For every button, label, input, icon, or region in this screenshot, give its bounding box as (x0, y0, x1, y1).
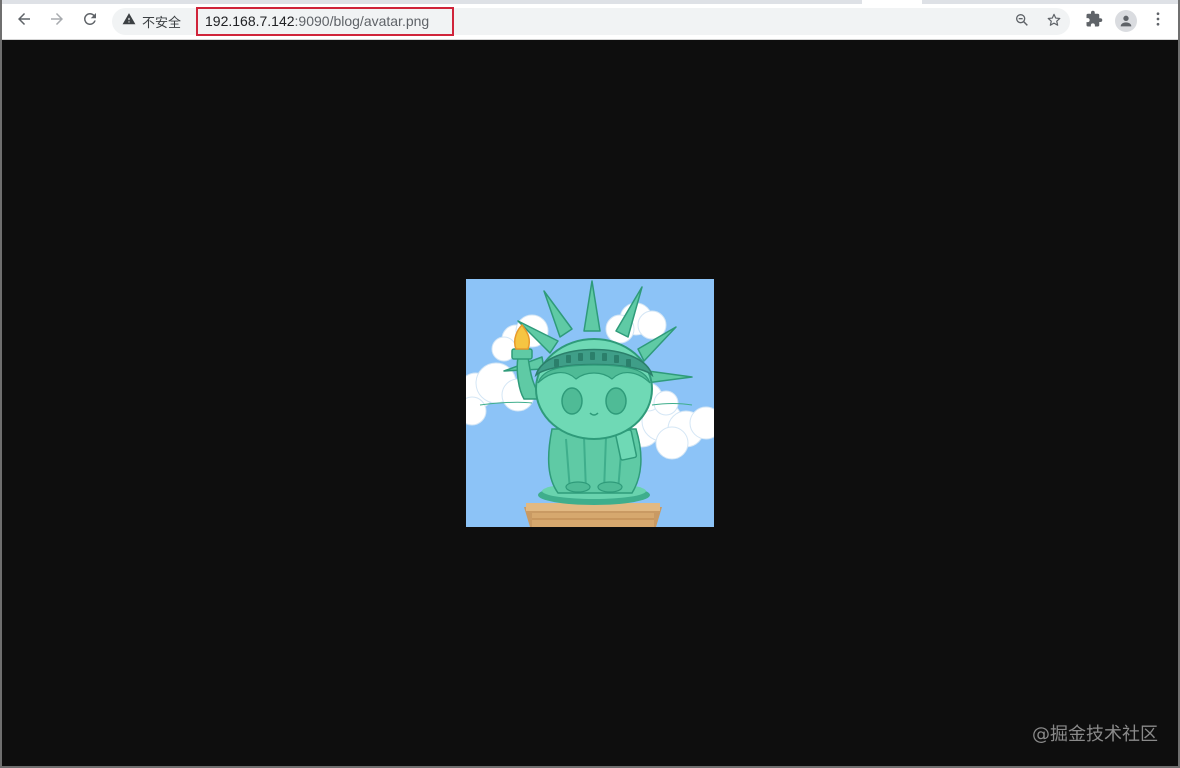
person-icon (1115, 10, 1137, 32)
bookmark-button[interactable] (1042, 10, 1066, 34)
browser-toolbar: 不安全 192.168.7.142:9090/blog/avatar.png (2, 4, 1178, 40)
address-bar[interactable]: 不安全 192.168.7.142:9090/blog/avatar.png (112, 7, 1070, 36)
security-indicator[interactable]: 不安全 (122, 8, 181, 35)
statue-of-liberty-illustration (466, 279, 714, 527)
kebab-menu-icon (1149, 10, 1167, 33)
avatar-image[interactable] (466, 279, 714, 527)
reload-icon (81, 10, 99, 33)
url-path: :9090/blog/avatar.png (294, 13, 430, 29)
puzzle-icon (1085, 10, 1103, 33)
security-label: 不安全 (142, 16, 182, 31)
warning-triangle-icon (122, 12, 136, 31)
arrow-left-icon (15, 10, 33, 33)
extensions-button[interactable] (1081, 8, 1107, 34)
menu-button[interactable] (1145, 8, 1171, 34)
reload-button[interactable] (76, 7, 104, 35)
url-host: 192.168.7.142 (205, 13, 295, 29)
star-icon (1046, 12, 1062, 33)
back-button[interactable] (10, 7, 38, 35)
page-viewport: @掘金技术社区 (2, 40, 1178, 766)
url-text[interactable]: 192.168.7.142:9090/blog/avatar.png (205, 8, 429, 35)
zoom-button[interactable] (1010, 10, 1034, 34)
zoom-out-icon (1014, 12, 1030, 33)
watermark-text: @掘金技术社区 (1032, 724, 1158, 745)
browser-window: 不安全 192.168.7.142:9090/blog/avatar.png @… (0, 0, 1180, 768)
arrow-right-icon (48, 10, 66, 33)
forward-button[interactable] (43, 7, 71, 35)
profile-button[interactable] (1113, 8, 1139, 34)
